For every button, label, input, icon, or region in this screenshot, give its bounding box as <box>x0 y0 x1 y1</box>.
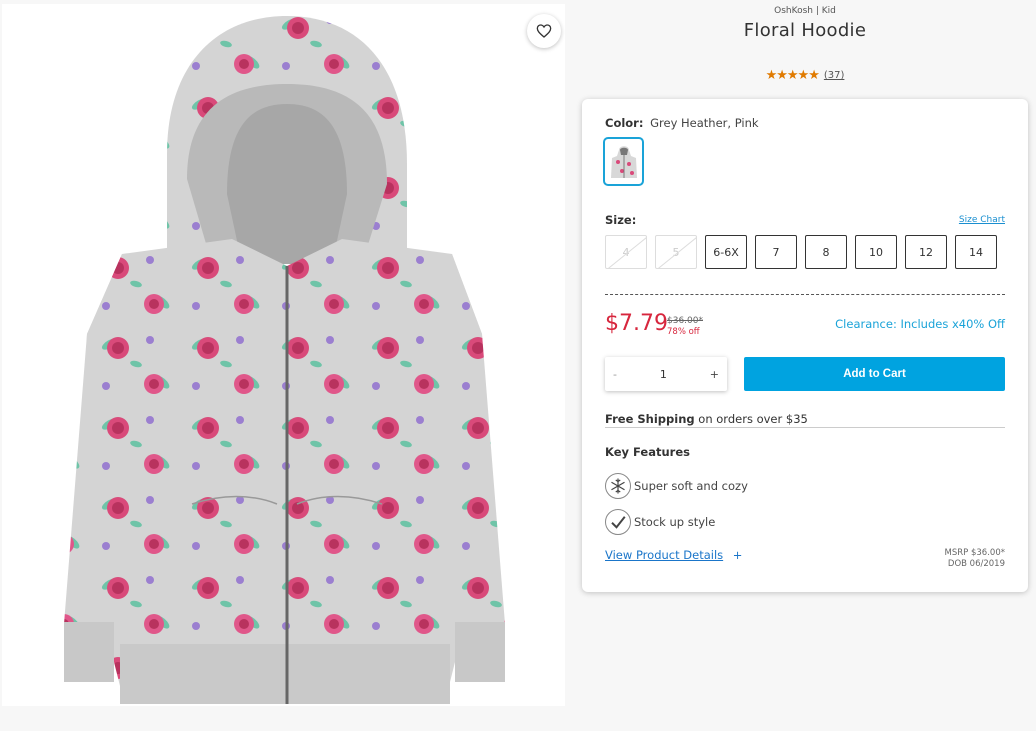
add-to-cart-button[interactable]: Add to Cart <box>744 357 1005 391</box>
quantity-increase-button[interactable]: + <box>710 368 719 381</box>
size-option-12[interactable]: 12 <box>905 235 947 269</box>
size-option-6-6x[interactable]: 6-6X <box>705 235 747 269</box>
view-product-details-link[interactable]: View Product Details + <box>605 548 742 562</box>
clearance-note: Clearance: Includes x40% Off <box>835 317 1005 331</box>
rating: ★★★★★ (37) <box>580 68 1030 83</box>
feature-item: Stock up style <box>605 509 715 535</box>
msrp-info: MSRP $36.00* DOB 06/2019 <box>945 548 1005 570</box>
product-page: OshKosh | Kid Floral Hoodie ★★★★★ (37) C… <box>0 0 1036 731</box>
dob-value: DOB 06/2019 <box>947 559 1005 569</box>
size-option-4[interactable]: 4 <box>605 235 647 269</box>
size-chart-link[interactable]: Size Chart <box>959 215 1005 225</box>
favorite-button[interactable] <box>527 14 561 48</box>
product-image[interactable] <box>2 4 565 706</box>
free-shipping-label: Free Shipping <box>605 412 695 426</box>
purchase-card: Color: Grey Heather, Pink Size: Size Cha… <box>582 99 1028 592</box>
color-swatch[interactable] <box>603 137 644 186</box>
swatch-thumbnail <box>608 141 639 182</box>
heart-icon <box>536 24 552 38</box>
checkmark-icon <box>605 509 631 535</box>
size-option-5[interactable]: 5 <box>655 235 697 269</box>
key-features-title: Key Features <box>605 445 690 459</box>
star-rating: ★★★★★ <box>765 68 820 83</box>
color-row: Color: Grey Heather, Pink <box>605 116 759 130</box>
size-option-10[interactable]: 10 <box>855 235 897 269</box>
sale-price: $7.79 <box>605 311 668 336</box>
shipping-note: Free Shipping on orders over $35 <box>605 412 808 426</box>
dashed-divider <box>605 294 1005 295</box>
shipping-divider <box>605 427 1005 428</box>
brand-label: OshKosh | Kid <box>774 6 836 16</box>
quantity-decrease-button[interactable]: - <box>613 368 617 381</box>
feature-item: Super soft and cozy <box>605 473 748 499</box>
percent-off: 78% off <box>667 327 700 337</box>
view-details-label: View Product Details <box>605 548 724 562</box>
size-label: Size: <box>605 213 637 227</box>
original-price: $36.00* <box>667 316 703 326</box>
product-image-panel <box>2 4 565 706</box>
color-value: Grey Heather, Pink <box>650 116 759 130</box>
color-label: Color: <box>605 116 644 130</box>
feature-text: Super soft and cozy <box>634 479 748 493</box>
review-count-link[interactable]: (37) <box>824 70 845 81</box>
expand-plus-icon: + <box>732 548 743 562</box>
size-option-7[interactable]: 7 <box>755 235 797 269</box>
feature-text: Stock up style <box>634 515 716 529</box>
size-option-8[interactable]: 8 <box>805 235 847 269</box>
shipping-threshold: on orders over $35 <box>694 412 808 426</box>
quantity-value[interactable]: 1 <box>660 368 667 381</box>
size-options: 4 5 6-6X 7 8 10 12 14 <box>605 235 997 269</box>
product-title: Floral Hoodie <box>743 20 867 41</box>
quantity-stepper: - 1 + <box>605 357 727 391</box>
msrp-value: MSRP $36.00* <box>944 548 1005 558</box>
size-option-14[interactable]: 14 <box>955 235 997 269</box>
snowflake-icon <box>605 473 631 499</box>
